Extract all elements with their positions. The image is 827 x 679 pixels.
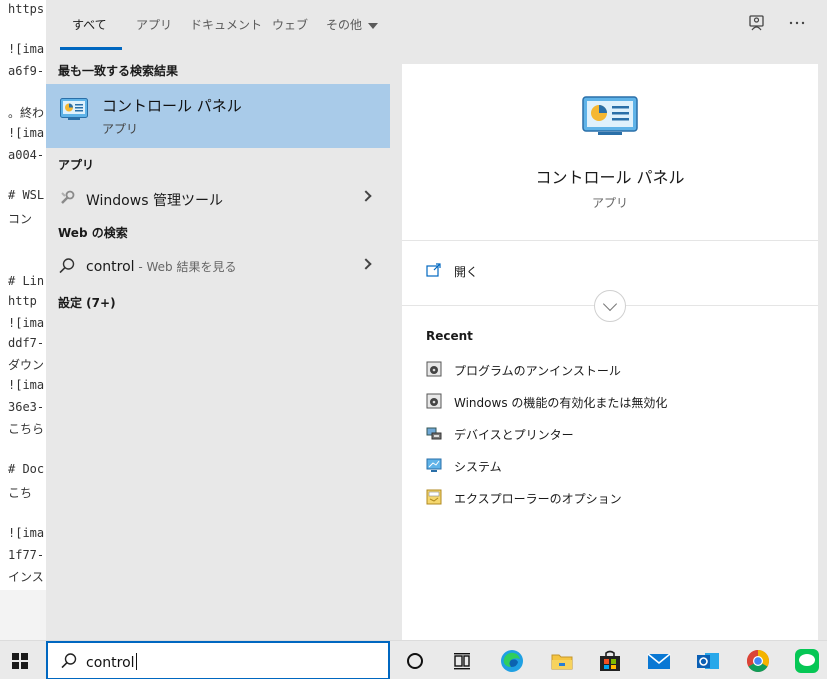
editor-line: ![ima — [8, 316, 45, 330]
chevron-right-icon[interactable] — [360, 190, 372, 202]
mail-icon[interactable] — [646, 648, 672, 674]
windows-logo-tile — [21, 653, 28, 660]
tab-all[interactable]: すべて — [72, 16, 107, 33]
editor-line: こち — [8, 486, 33, 500]
recent-item-label: エクスプローラーのオプション — [454, 492, 622, 506]
windows-features-icon — [426, 393, 442, 409]
store-icon[interactable] — [597, 648, 623, 674]
editor-line: a004- — [8, 148, 45, 162]
web-query: control — [86, 259, 135, 275]
chrome-icon[interactable] — [745, 648, 771, 674]
file-explorer-icon[interactable] — [549, 648, 575, 674]
editor-line: 。終わ — [8, 106, 45, 120]
tab-web[interactable]: ウェブ — [272, 16, 308, 33]
result-windows-admin-tools[interactable]: Windows 管理ツール — [46, 181, 390, 215]
editor-line: # Doc — [8, 462, 45, 476]
active-tab-indicator — [60, 47, 122, 50]
search-icon — [58, 257, 76, 275]
editor-line: ダウン — [8, 358, 45, 372]
tab-more-label: その他 — [326, 18, 363, 32]
search-results-list: 最も一致する検索結果 コントロール パネル アプリ アプリ Windows 管理… — [46, 52, 390, 640]
divider — [402, 240, 818, 241]
recent-item-explorer-options[interactable]: エクスプローラーのオプション — [426, 487, 806, 509]
windows-logo-tile — [21, 662, 28, 669]
control-panel-large-icon — [582, 96, 638, 140]
control-panel-icon — [60, 98, 88, 124]
editor-line: ddf7- — [8, 336, 45, 350]
open-label: 開く — [454, 265, 479, 279]
editor-line: インス — [8, 570, 44, 584]
chevron-right-icon[interactable] — [360, 258, 372, 270]
expand-button[interactable] — [594, 290, 626, 322]
windows-logo-tile — [12, 653, 19, 660]
result-label: control - Web 結果を見る — [86, 258, 236, 275]
task-view-icon[interactable] — [449, 648, 475, 674]
editor-line: ![ima — [8, 126, 45, 140]
taskbar: control — [0, 640, 827, 679]
editor-line: ![ima — [8, 378, 45, 392]
web-section-header: Web の検索 — [58, 226, 128, 240]
recent-item-windows-features[interactable]: Windows の機能の有効化または無効化 — [426, 391, 806, 413]
admin-tools-icon — [58, 189, 76, 207]
preview-subtitle: アプリ — [591, 196, 628, 210]
tab-documents[interactable]: ドキュメント — [190, 16, 262, 33]
tab-apps[interactable]: アプリ — [136, 16, 172, 33]
editor-line: ![ima — [8, 526, 45, 540]
best-match-header: 最も一致する検索結果 — [58, 64, 179, 78]
web-hint: - Web 結果を見る — [134, 260, 237, 274]
chevron-down-icon — [602, 296, 618, 312]
apps-section-header: アプリ — [58, 158, 95, 172]
feedback-icon[interactable] — [746, 14, 768, 36]
more-options-icon[interactable] — [786, 14, 808, 36]
devices-printers-icon — [426, 425, 442, 441]
editor-line: こちら — [8, 422, 45, 436]
recent-item-label: プログラムのアンインストール — [454, 364, 621, 378]
best-match-subtitle: アプリ — [102, 122, 139, 136]
editor-line: # WSL — [8, 188, 45, 202]
chevron-down-icon — [368, 22, 379, 29]
preview-title: コントロール パネル — [535, 168, 685, 187]
recent-item-system[interactable]: システム — [426, 455, 806, 477]
start-button[interactable] — [12, 653, 28, 669]
search-value: control — [86, 655, 135, 671]
tab-more[interactable]: その他 — [326, 16, 379, 33]
editor-line: 1f77- — [8, 548, 45, 562]
settings-section-header[interactable]: 設定 (7+) — [58, 294, 116, 311]
recent-item-label: デバイスとプリンター — [454, 428, 574, 442]
recent-item-label: Windows の機能の有効化または無効化 — [454, 396, 668, 410]
open-icon — [426, 263, 441, 277]
line-icon[interactable] — [794, 648, 820, 674]
recent-header: Recent — [426, 329, 473, 343]
result-web-search[interactable]: control - Web 結果を見る — [46, 249, 390, 283]
recent-item-label: システム — [454, 460, 502, 474]
edge-icon[interactable] — [499, 648, 525, 674]
best-match-title: コントロール パネル — [102, 97, 242, 115]
editor-line: コン — [8, 212, 33, 226]
editor-blank-area — [0, 590, 46, 640]
editor-line: # Lin — [8, 274, 45, 288]
best-match-result[interactable]: コントロール パネル アプリ — [46, 84, 390, 148]
recent-item-uninstall[interactable]: プログラムのアンインストール — [426, 359, 806, 381]
editor-line: ![ima — [8, 42, 45, 56]
explorer-options-icon — [426, 489, 442, 505]
uninstall-icon — [426, 361, 442, 377]
cortana-icon[interactable] — [402, 648, 428, 674]
editor-line: 36e3- — [8, 400, 45, 414]
background-editor: https ![ima a6f9- 。終わ ![ima a004- # WSL … — [0, 0, 46, 640]
search-icon — [60, 652, 78, 674]
system-icon — [426, 457, 442, 473]
preview-pane: コントロール パネル アプリ 開く Recent プログラムのアンインストール … — [402, 64, 818, 640]
recent-item-devices-printers[interactable]: デバイスとプリンター — [426, 423, 806, 445]
editor-line: a6f9- — [8, 64, 45, 78]
search-panel: すべて アプリ ドキュメント ウェブ その他 最も一致する検索結果 コントロール… — [46, 0, 827, 640]
search-query-text: control — [86, 653, 137, 671]
taskbar-search-input[interactable]: control — [46, 641, 390, 679]
result-label: Windows 管理ツール — [86, 193, 223, 209]
windows-logo-tile — [12, 662, 19, 669]
tab-bar: すべて アプリ ドキュメント ウェブ その他 — [46, 0, 827, 52]
editor-line: https — [8, 2, 45, 16]
text-caret — [135, 653, 137, 670]
outlook-icon[interactable] — [695, 648, 721, 674]
editor-line: http — [8, 294, 37, 308]
